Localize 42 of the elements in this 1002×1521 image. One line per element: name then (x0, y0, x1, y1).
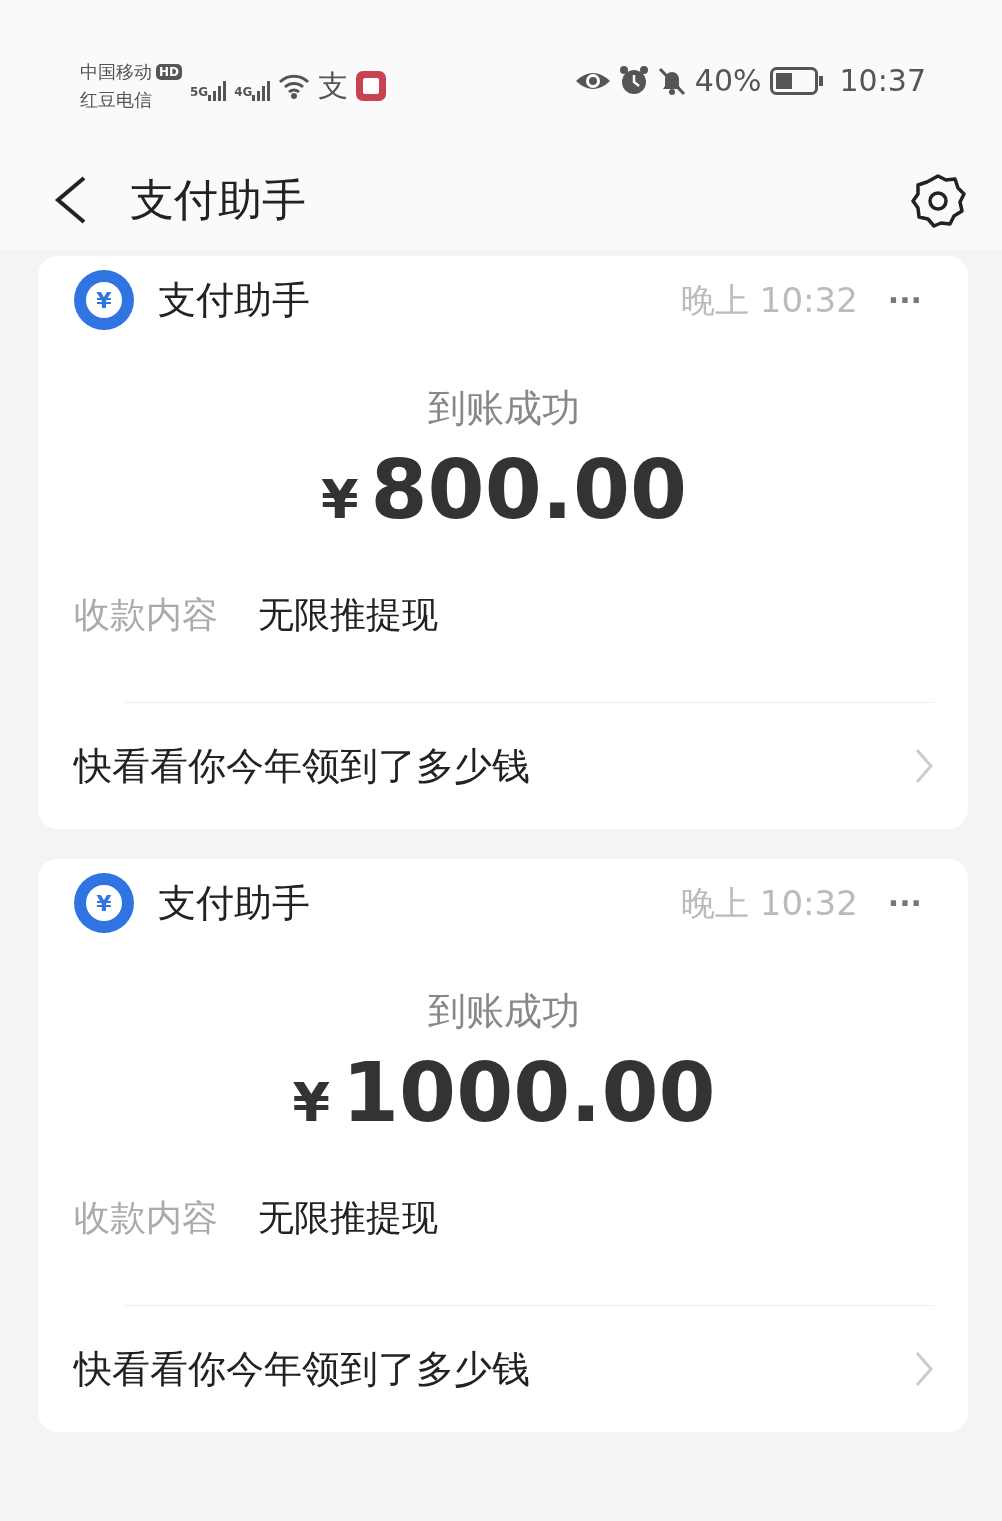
summary-link[interactable]: 快看看你今年领到了多少钱 (74, 1306, 934, 1432)
chevron-right-icon (914, 1351, 934, 1387)
settings-icon (910, 172, 966, 228)
sender-name: 支付助手 (158, 276, 310, 324)
hd-badge: HD (156, 64, 182, 80)
alarm-clock-icon (618, 65, 649, 96)
chevron-right-icon (914, 748, 934, 784)
payment-status: 到账成功 (427, 385, 581, 432)
currency-symbol: ¥ (292, 1070, 331, 1136)
clock-time: 10:37 (839, 62, 926, 100)
wifi-icon (278, 73, 311, 99)
payment-amount: 800.00 (370, 445, 687, 536)
more-button[interactable]: ··· (887, 880, 922, 926)
battery-percent: 40% (694, 62, 762, 100)
sender-name: 支付助手 (158, 879, 310, 927)
detail-label: 收款内容 (74, 1196, 218, 1240)
message-time: 晚上 10:32 (681, 881, 858, 925)
carrier-name: 中国移动 (80, 60, 152, 84)
link-text: 快看看你今年领到了多少钱 (74, 1345, 530, 1393)
message-time: 晚上 10:32 (681, 278, 858, 322)
app-notification-icon: 支 (318, 71, 349, 101)
payment-amount: 1000.00 (342, 1048, 716, 1139)
muted-bell-icon (656, 65, 687, 96)
payment-status: 到账成功 (427, 988, 581, 1035)
carrier-name: 红豆电信 (80, 88, 153, 112)
back-button[interactable] (52, 175, 88, 225)
avatar-glyph: ¥ (86, 282, 122, 318)
settings-button[interactable] (910, 172, 966, 228)
page-title: 支付助手 (130, 173, 306, 227)
network-label: 5G (190, 84, 209, 101)
detail-value: 无限推提现 (258, 593, 438, 637)
signal-icon (252, 81, 271, 101)
currency-symbol: ¥ (321, 467, 359, 533)
signal-icon (208, 81, 227, 101)
summary-link[interactable]: 快看看你今年领到了多少钱 (74, 703, 934, 829)
detail-label: 收款内容 (74, 593, 218, 637)
network-label: 4G (234, 84, 253, 101)
link-text: 快看看你今年领到了多少钱 (74, 742, 530, 790)
more-button[interactable]: ··· (887, 277, 922, 323)
detail-value: 无限推提现 (258, 1196, 438, 1240)
avatar-glyph: ¥ (86, 885, 122, 921)
battery-icon (769, 66, 824, 95)
